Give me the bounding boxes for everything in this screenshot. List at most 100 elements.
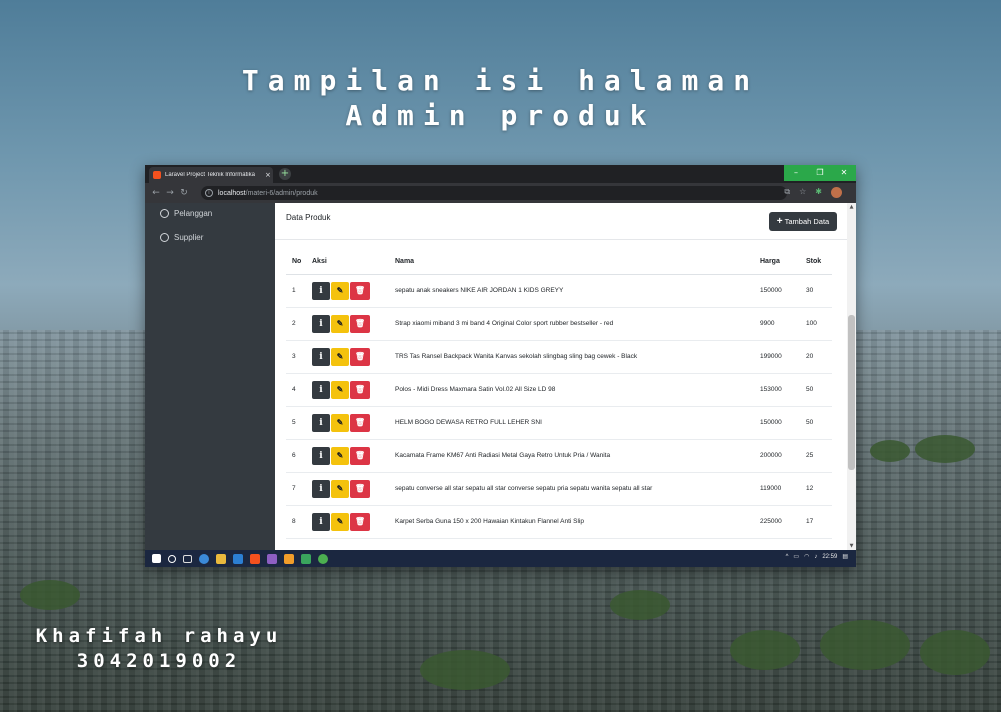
laravel-favicon-icon — [153, 171, 161, 179]
url-input[interactable]: i localhost/materi-6/admin/produk — [201, 186, 787, 200]
row-harga: 200000 — [760, 439, 804, 473]
battery-icon[interactable]: ▭ — [793, 553, 799, 560]
chrome-icon[interactable] — [318, 553, 328, 564]
windows-taskbar: ^ ▭ ◠ ♪ 22:59 ▤ — [145, 550, 856, 567]
sidebar-item-supplier[interactable]: Supplier — [160, 233, 203, 242]
info-button[interactable]: i — [312, 281, 330, 300]
sidebar-item-pelanggan[interactable]: Pelanggan — [160, 209, 212, 218]
edit-button[interactable]: ✎ — [331, 512, 349, 531]
new-tab-button[interactable]: + — [279, 168, 291, 180]
add-data-label: Tambah Data — [784, 217, 830, 226]
wifi-icon[interactable]: ◠ — [804, 553, 809, 560]
edit-button[interactable]: ✎ — [331, 380, 349, 399]
info-button[interactable]: i — [312, 512, 330, 531]
edge-icon[interactable] — [199, 553, 209, 564]
card-divider — [275, 239, 847, 240]
forward-arrow-icon[interactable]: → — [163, 188, 177, 198]
row-stok: 20 — [804, 340, 832, 374]
delete-button[interactable]: 🗑 — [350, 413, 370, 432]
edit-button[interactable]: ✎ — [331, 446, 349, 465]
poster-title-line2: Admin produk — [345, 99, 656, 132]
poster-title-line1: Tampilan isi halaman — [241, 64, 760, 97]
notification-icon[interactable]: ▤ — [842, 553, 848, 560]
delete-button[interactable]: 🗑 — [350, 347, 370, 366]
row-stok: 100 — [804, 307, 832, 341]
table-header-row: No Aksi Nama Harga Stok — [286, 250, 832, 275]
edit-button[interactable]: ✎ — [331, 347, 349, 366]
page-viewport: Pelanggan Supplier Data Produk + Tambah … — [145, 203, 856, 550]
chevron-up-icon[interactable]: ^ — [786, 554, 789, 560]
circle-icon — [160, 233, 169, 242]
tab-close-icon[interactable]: × — [265, 171, 271, 179]
header-aksi: Aksi — [312, 250, 395, 275]
row-nama: sepatu anak sneakers NIKE AIR JORDAN 1 K… — [395, 274, 760, 308]
row-actions: i ✎ 🗑 — [312, 472, 395, 506]
url-path: /materi-6/admin/produk — [245, 189, 318, 197]
sidebar-item-label: Pelanggan — [174, 209, 213, 218]
info-button[interactable]: i — [312, 479, 330, 498]
delete-button[interactable]: 🗑 — [350, 512, 370, 531]
table-row: 8 i ✎ 🗑 Karpet Serba Guna 150 x 200 Hawaian … — [286, 505, 832, 539]
delete-button[interactable]: 🗑 — [350, 479, 370, 498]
volume-icon[interactable]: ♪ — [814, 554, 817, 560]
edit-button[interactable]: ✎ — [331, 281, 349, 300]
delete-button[interactable]: 🗑 — [350, 380, 370, 399]
row-actions: i ✎ 🗑 — [312, 505, 395, 539]
site-info-icon[interactable]: i — [205, 189, 213, 197]
info-button[interactable]: i — [312, 413, 330, 432]
file-explorer-icon[interactable] — [216, 553, 226, 564]
close-window-button[interactable]: ✕ — [832, 165, 856, 181]
table-row: 6 i ✎ 🗑 Kacamata Frame KM67 Anti Radiasi Met… — [286, 439, 832, 473]
delete-button[interactable]: 🗑 — [350, 446, 370, 465]
row-stok: 50 — [804, 406, 832, 440]
minimize-button[interactable]: – — [784, 165, 808, 181]
translate-icon[interactable]: ⧉ — [784, 187, 790, 198]
laravel-app-icon[interactable] — [250, 553, 260, 564]
row-actions: i ✎ 🗑 — [312, 373, 395, 407]
system-tray: ^ ▭ ◠ ♪ 22:59 ▤ — [786, 553, 848, 561]
tab-bar: Laravel Project Teknik Informatika × + –… — [145, 165, 856, 183]
app-icon[interactable] — [267, 553, 277, 564]
extension-icon[interactable]: ✱ — [815, 187, 822, 198]
delete-button[interactable]: 🗑 — [350, 281, 370, 300]
info-button[interactable]: i — [312, 380, 330, 399]
edit-button[interactable]: ✎ — [331, 479, 349, 498]
browser-tab[interactable]: Laravel Project Teknik Informatika × — [149, 167, 273, 183]
add-data-button[interactable]: + Tambah Data — [769, 212, 837, 231]
reload-icon[interactable]: ↻ — [177, 188, 191, 198]
row-no: 6 — [286, 439, 312, 473]
info-button[interactable]: i — [312, 446, 330, 465]
row-actions: i ✎ 🗑 — [312, 307, 395, 341]
header-nama: Nama — [395, 250, 760, 275]
table-row: 5 i ✎ 🗑 HELM BOGO DEWASA RETRO FULL LEHER SN… — [286, 406, 832, 440]
search-icon[interactable] — [168, 554, 176, 563]
profile-avatar[interactable] — [831, 187, 842, 198]
clock[interactable]: 22:59 — [822, 554, 837, 560]
edit-button[interactable]: ✎ — [331, 413, 349, 432]
back-arrow-icon[interactable]: ← — [149, 188, 163, 198]
task-view-icon[interactable] — [183, 554, 192, 563]
delete-button[interactable]: 🗑 — [350, 314, 370, 333]
table-row: 3 i ✎ 🗑 TRS Tas Ransel Backpack Wanita Kanva… — [286, 340, 832, 374]
row-stok: 17 — [804, 505, 832, 539]
row-no: 7 — [286, 472, 312, 506]
windows-start-icon[interactable] — [152, 554, 161, 563]
scroll-down-icon[interactable]: ▼ — [848, 543, 855, 549]
spreadsheet-icon[interactable] — [301, 553, 311, 564]
header-stok: Stok — [804, 250, 832, 275]
scrollbar-thumb[interactable] — [848, 315, 855, 470]
edit-button[interactable]: ✎ — [331, 314, 349, 333]
info-button[interactable]: i — [312, 347, 330, 366]
header-harga: Harga — [760, 250, 804, 275]
info-button[interactable]: i — [312, 314, 330, 333]
xampp-icon[interactable] — [284, 553, 294, 564]
scroll-up-icon[interactable]: ▲ — [848, 204, 855, 210]
author-id: 3042019002 — [76, 650, 242, 672]
store-icon[interactable] — [233, 553, 243, 564]
bookmark-star-icon[interactable]: ☆ — [799, 187, 806, 198]
toolbar-icons: ⧉ ☆ ✱ — [784, 187, 842, 198]
page-scrollbar[interactable]: ▲ ▼ — [847, 203, 856, 550]
row-no: 8 — [286, 505, 312, 539]
maximize-button[interactable]: ❐ — [808, 165, 832, 181]
row-harga: 119000 — [760, 472, 804, 506]
